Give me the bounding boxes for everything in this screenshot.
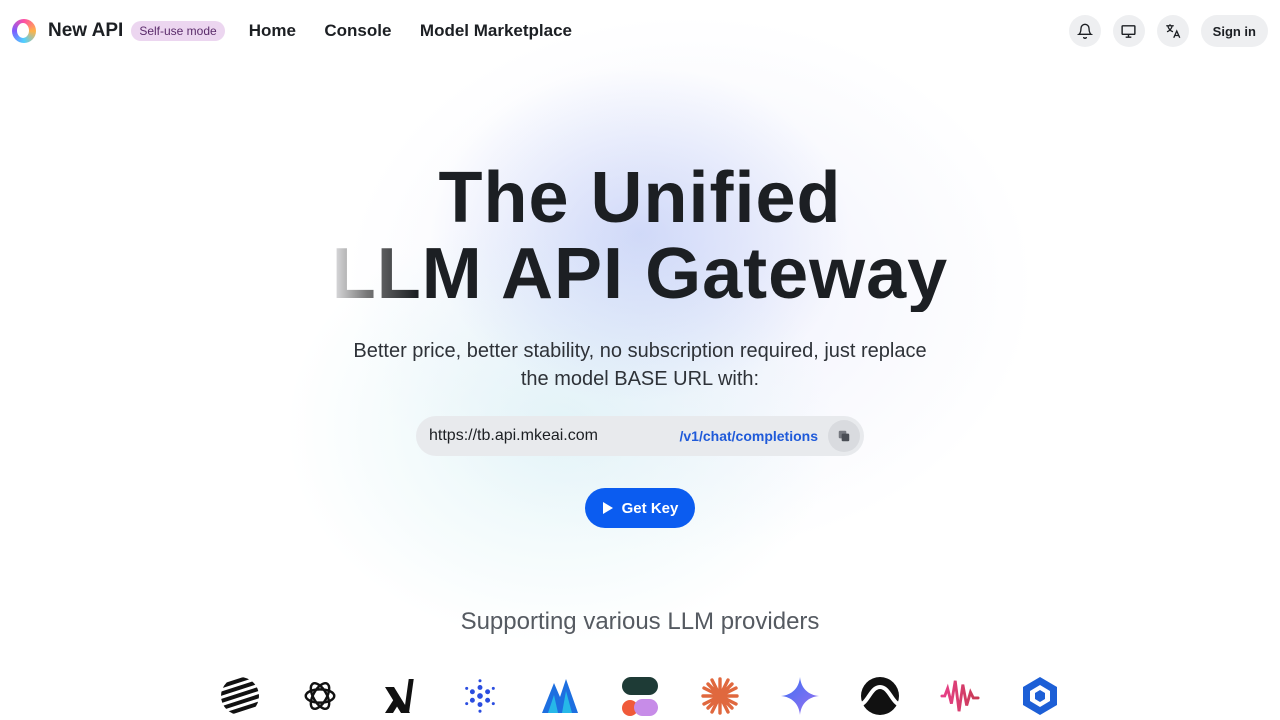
get-key-button[interactable]: Get Key (585, 488, 695, 528)
openai-icon (304, 681, 336, 711)
theme-button[interactable] (1112, 15, 1145, 47)
mountain-peaks-icon (542, 679, 578, 713)
provider-5[interactable] (540, 675, 580, 717)
base-url-box: https://tb.api.mkeai.com /v1/chat/comple… (416, 416, 864, 456)
provider-1[interactable] (220, 675, 260, 717)
provider-11[interactable] (1020, 675, 1060, 717)
hero-subtitle: Better price, better stability, no subsc… (353, 340, 927, 390)
provider-10[interactable] (940, 675, 980, 717)
gemini-star-icon (781, 677, 819, 715)
provider-3[interactable] (380, 675, 420, 717)
provider-7[interactable] (700, 675, 740, 717)
get-key-label: Get Key (621, 499, 679, 517)
providers-title: Supporting various LLM providers (460, 608, 820, 635)
capsule-icon (622, 677, 658, 716)
main-nav: Home Console Model Marketplace (249, 21, 596, 41)
self-use-mode-badge: Self-use mode (131, 21, 225, 41)
header-actions: Sign in (1068, 15, 1268, 47)
endpoint-path[interactable]: /v1/chat/completions (680, 428, 819, 444)
top-header: New API Self-use mode Home Console Model… (0, 0, 1280, 62)
endpoint-suffix: /chat/completions (698, 428, 818, 444)
copy-icon (838, 430, 850, 442)
provider-2[interactable] (300, 675, 340, 717)
dotted-flower-icon (465, 679, 495, 713)
hero-title: The Unified LLM API Gateway (0, 160, 1280, 312)
sign-in-button[interactable]: Sign in (1200, 15, 1268, 47)
wave-s-icon (860, 677, 900, 715)
bell-icon (1076, 23, 1093, 39)
provider-6[interactable] (620, 675, 660, 717)
copy-url-button[interactable] (828, 420, 860, 452)
play-icon (602, 502, 613, 514)
hero-section: The Unified LLM API Gateway (0, 160, 1280, 312)
hex-cube-icon (1023, 677, 1057, 715)
soundwave-icon (940, 680, 980, 712)
app-logo-icon[interactable] (12, 19, 36, 43)
hero-title-line2: LLM API Gateway (331, 234, 949, 314)
base-url-text[interactable]: https://tb.api.mkeai.com (429, 427, 598, 445)
xai-icon (385, 679, 414, 713)
language-button[interactable] (1156, 15, 1189, 47)
brand-name[interactable]: New API (48, 20, 123, 42)
providers-row (220, 675, 1060, 717)
striped-globe-icon (221, 677, 259, 715)
asterisk-burst-icon (701, 677, 739, 715)
nav-console[interactable]: Console (324, 21, 391, 40)
provider-8[interactable] (780, 675, 820, 717)
hero-title-line1: The Unified (438, 158, 842, 238)
translate-icon (1165, 24, 1181, 39)
provider-4[interactable] (460, 675, 500, 717)
monitor-icon (1121, 24, 1136, 38)
nav-home[interactable]: Home (249, 21, 296, 40)
provider-9[interactable] (860, 675, 900, 717)
notifications-button[interactable] (1068, 15, 1101, 47)
nav-model-marketplace[interactable]: Model Marketplace (420, 21, 572, 40)
endpoint-prefix: /v1 (679, 428, 699, 444)
